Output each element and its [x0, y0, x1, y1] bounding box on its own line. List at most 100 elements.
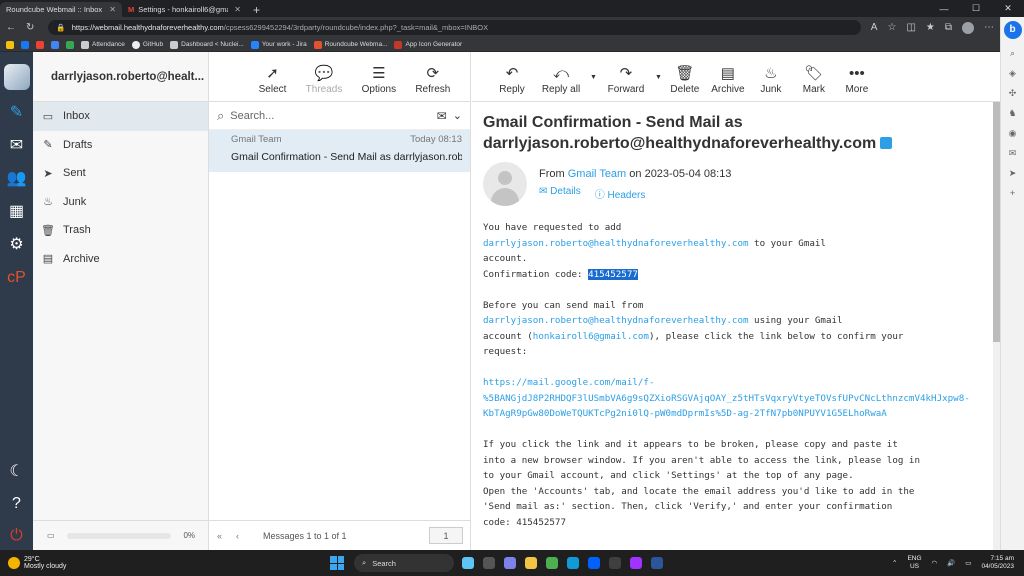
- envelope-icon[interactable]: ✉: [437, 109, 447, 123]
- more-button[interactable]: ••• More: [837, 64, 877, 101]
- chrome-icon[interactable]: [546, 557, 558, 569]
- mail-icon[interactable]: ✉: [10, 136, 23, 156]
- select-button[interactable]: ➚ Select: [259, 64, 287, 101]
- bing-icon[interactable]: b: [1003, 21, 1022, 39]
- folder-inbox[interactable]: ▭ Inbox: [33, 102, 208, 131]
- close-tab-icon[interactable]: ✕: [234, 5, 241, 14]
- tab-gmail-settings[interactable]: M Settings - honkairoll6@gmail.com ✕: [122, 2, 247, 17]
- split-screen-icon[interactable]: ◫: [906, 22, 915, 33]
- delete-button[interactable]: 🗑 Delete: [665, 64, 705, 101]
- gmail-link[interactable]: honkairoll6@gmail.com: [533, 331, 649, 342]
- chevron-down-icon[interactable]: ⌄: [453, 109, 462, 122]
- new-tab-button[interactable]: +: [247, 3, 266, 17]
- folder-drafts[interactable]: ✎ Drafts: [33, 131, 208, 160]
- google-icon[interactable]: [51, 40, 59, 49]
- widgets-icon[interactable]: [462, 557, 474, 569]
- messenger-icon[interactable]: [630, 557, 642, 569]
- confirm-url-link[interactable]: KbTAgR9pGw80DoWeTQUKTcPg2ni0lQ-pW0mdDprm…: [483, 408, 887, 419]
- reload-icon[interactable]: ↻: [26, 22, 34, 33]
- add-icon[interactable]: +: [1010, 188, 1015, 198]
- bookmark-roundcube[interactable]: Roundcube Webma...: [313, 40, 387, 49]
- profile-avatar[interactable]: [962, 21, 974, 34]
- folder-sent[interactable]: ➤ Sent: [33, 159, 208, 188]
- menu-icon[interactable]: ⋯: [984, 22, 994, 33]
- headers-link[interactable]: ⓘ Headers: [595, 186, 646, 201]
- prev-page-icon[interactable]: ‹: [236, 531, 239, 541]
- teams-icon[interactable]: [504, 557, 516, 569]
- weather-widget[interactable]: 29°C Mostly cloudy: [0, 556, 330, 570]
- reply-all-button[interactable]: ⤺ Reply all: [535, 64, 587, 101]
- details-link[interactable]: ✉ Details: [539, 186, 581, 201]
- clock[interactable]: 7:15 am 04/05/2023: [981, 555, 1014, 571]
- language-indicator[interactable]: ENG US: [907, 555, 921, 571]
- settings-icon[interactable]: ⚙: [9, 235, 23, 255]
- dark-mode-icon[interactable]: ☾: [9, 462, 23, 482]
- wifi-icon[interactable]: ◠: [932, 559, 938, 567]
- logout-icon[interactable]: ⏻: [10, 526, 23, 546]
- confirm-url-link[interactable]: https://mail.google.com/mail/f-: [483, 377, 654, 388]
- shopping-icon[interactable]: ◈: [1009, 68, 1016, 79]
- games-icon[interactable]: ♞: [1008, 108, 1016, 119]
- favorites-icon[interactable]: ★: [926, 22, 935, 33]
- reply-all-dropdown-icon[interactable]: ▼: [590, 74, 597, 81]
- tab-roundcube[interactable]: Roundcube Webmail :: Inbox ✕: [0, 2, 122, 17]
- email-link[interactable]: darrlyjason.roberto@healthydnaforeverhea…: [483, 315, 749, 326]
- options-button[interactable]: ☰ Options: [362, 64, 396, 101]
- calendar-icon[interactable]: ▦: [9, 202, 24, 222]
- cpanel-icon[interactable]: cP: [7, 268, 26, 288]
- archive-button[interactable]: ▤ Archive: [708, 64, 748, 101]
- search-input[interactable]: Search...: [230, 110, 274, 122]
- chevron-up-icon[interactable]: ⌃: [892, 559, 897, 567]
- email-link[interactable]: darrlyjason.roberto@healthydnaforeverhea…: [483, 238, 749, 249]
- office-icon[interactable]: ◉: [1009, 128, 1017, 139]
- tools-icon[interactable]: ✣: [1009, 88, 1017, 99]
- drive-icon[interactable]: [66, 40, 74, 49]
- drop-icon[interactable]: ➤: [1009, 168, 1017, 179]
- battery-icon[interactable]: ▭: [965, 559, 971, 567]
- reply-button[interactable]: ↶ Reply: [492, 64, 532, 101]
- taskbar-search[interactable]: ⌕ Search: [354, 554, 454, 572]
- dropbox-icon[interactable]: [588, 557, 600, 569]
- search-icon[interactable]: ⌕: [1010, 48, 1015, 59]
- bookmark-attendance[interactable]: Attendance: [81, 40, 125, 49]
- favorite-icon[interactable]: ☆: [887, 22, 896, 33]
- bookmark-github[interactable]: GitHub: [131, 40, 163, 49]
- sender-link[interactable]: Gmail Team: [568, 168, 626, 180]
- bookmark-jira[interactable]: Your work - Jira: [250, 40, 307, 49]
- gmail-icon[interactable]: [36, 40, 44, 49]
- open-external-icon[interactable]: [880, 137, 893, 149]
- close-tab-icon[interactable]: ✕: [109, 5, 116, 14]
- list-item[interactable]: Gmail Team Today 08:13 Gmail Confirmatio…: [209, 130, 470, 172]
- threads-button[interactable]: 💬 Threads: [306, 64, 343, 101]
- edge-icon[interactable]: [567, 557, 579, 569]
- compose-icon[interactable]: ✎: [10, 103, 23, 123]
- facebook-icon[interactable]: [21, 40, 29, 49]
- start-button[interactable]: [330, 556, 344, 570]
- read-aloud-icon[interactable]: A: [871, 22, 878, 33]
- bookmark-app-icon-generator[interactable]: App Icon Generator: [394, 40, 462, 49]
- message-scrollbar[interactable]: [993, 102, 1000, 550]
- help-icon[interactable]: ?: [12, 494, 21, 514]
- forward-dropdown-icon[interactable]: ▼: [655, 74, 662, 81]
- contacts-icon[interactable]: 👥: [7, 169, 27, 189]
- refresh-button[interactable]: ⟳ Refresh: [415, 64, 450, 101]
- junk-button[interactable]: ♨ Junk: [751, 64, 791, 101]
- back-icon[interactable]: ←: [6, 22, 16, 33]
- page-number-input[interactable]: 1: [429, 527, 463, 544]
- folder-trash[interactable]: 🗑 Trash: [33, 216, 208, 245]
- minimize-button[interactable]: —: [928, 4, 960, 14]
- forward-button[interactable]: ↷ Forward: [600, 64, 652, 101]
- scrollbar-thumb[interactable]: [993, 102, 1000, 342]
- confirm-url-link[interactable]: %5BANGjdJ8P2RHDQF3lUSmbVA6g9sQZXioRSGVAj…: [483, 393, 970, 404]
- folder-junk[interactable]: ♨ Junk: [33, 188, 208, 217]
- bookmark-folder-icon[interactable]: [6, 40, 14, 49]
- close-window-button[interactable]: ✕: [992, 3, 1024, 14]
- bookmark-dashboard[interactable]: Dashboard < Nuclei...: [170, 40, 244, 49]
- store-icon[interactable]: [609, 557, 621, 569]
- maximize-button[interactable]: ☐: [960, 3, 992, 14]
- file-explorer-icon[interactable]: [525, 557, 537, 569]
- address-bar[interactable]: 🔒 https://webmail.healthydnaforeverhealt…: [48, 20, 861, 35]
- first-page-icon[interactable]: «: [217, 531, 222, 541]
- mark-button[interactable]: 🏷 Mark: [794, 64, 834, 101]
- folder-archive[interactable]: ▤ Archive: [33, 245, 208, 274]
